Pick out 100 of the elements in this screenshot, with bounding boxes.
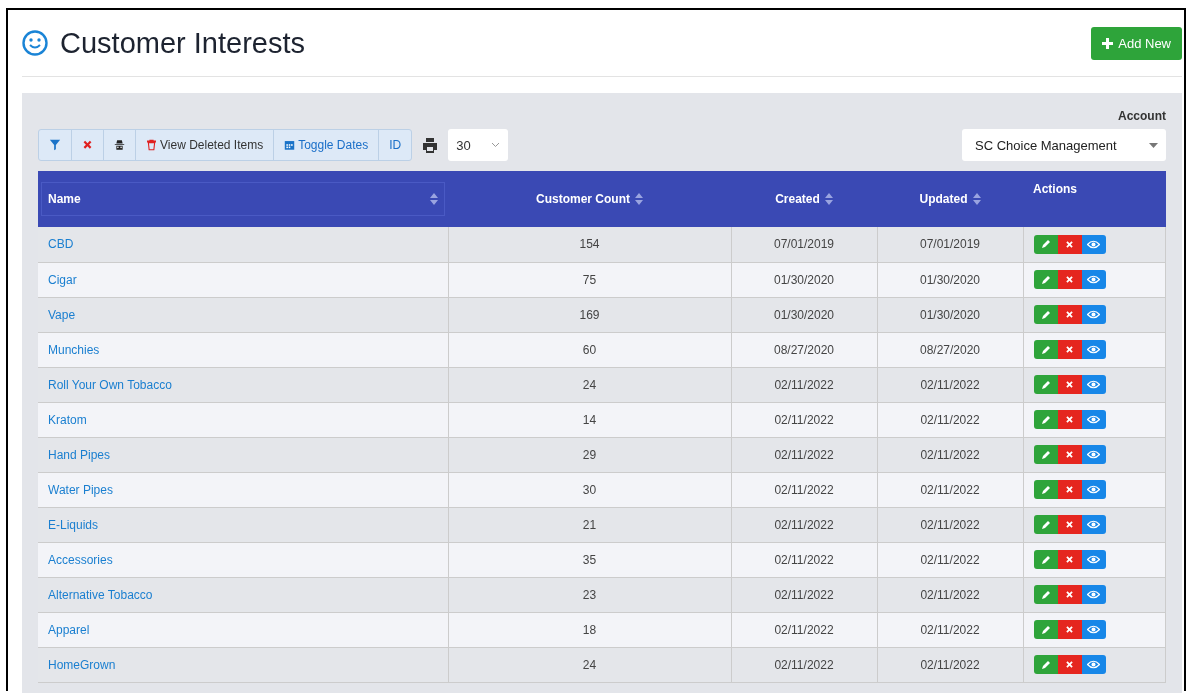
view-button[interactable] <box>1081 620 1106 639</box>
edit-button[interactable] <box>1033 305 1058 324</box>
delete-button[interactable] <box>1057 480 1082 499</box>
interest-link[interactable]: Roll Your Own Tobacco <box>48 377 172 392</box>
pencil-icon <box>1040 554 1051 565</box>
close-icon <box>1065 520 1074 529</box>
edit-button[interactable] <box>1033 445 1058 464</box>
filter-icon <box>49 139 61 151</box>
table-cell: 02/11/2022 <box>731 577 877 612</box>
edit-button[interactable] <box>1033 340 1058 359</box>
eye-icon <box>1087 555 1100 564</box>
column-header[interactable]: Customer Count <box>536 192 630 206</box>
view-deleted-button[interactable]: View Deleted Items <box>136 130 275 160</box>
sort-icon[interactable] <box>430 193 438 205</box>
trash-icon <box>146 139 157 151</box>
interest-link[interactable]: CBD <box>48 237 74 252</box>
delete-button[interactable] <box>1057 340 1082 359</box>
interest-link[interactable]: HomeGrown <box>48 657 116 672</box>
sort-icon[interactable] <box>972 193 981 205</box>
edit-button[interactable] <box>1033 550 1058 569</box>
delete-button[interactable] <box>1057 585 1082 604</box>
edit-button[interactable] <box>1033 585 1058 604</box>
column-header[interactable]: Created <box>775 192 820 206</box>
view-button[interactable] <box>1081 550 1106 569</box>
add-new-button[interactable]: Add New <box>1091 26 1182 60</box>
view-button[interactable] <box>1081 480 1106 499</box>
eye-icon <box>1087 625 1100 634</box>
view-button[interactable] <box>1081 410 1106 429</box>
interest-link[interactable]: Kratom <box>48 412 87 427</box>
close-icon <box>1065 450 1074 459</box>
view-button[interactable] <box>1081 270 1106 289</box>
column-header[interactable]: Name <box>48 192 81 206</box>
view-button[interactable] <box>1081 375 1106 394</box>
table-cell: 02/11/2022 <box>731 437 877 472</box>
view-button[interactable] <box>1081 515 1106 534</box>
interest-link[interactable]: Hand Pipes <box>48 447 111 462</box>
delete-button[interactable] <box>1057 270 1082 289</box>
calendar-icon <box>284 139 296 151</box>
table-cell: 60 <box>448 332 731 367</box>
sort-icon[interactable] <box>824 193 833 205</box>
sort-icon[interactable] <box>635 193 643 205</box>
edit-button[interactable] <box>1033 234 1058 254</box>
eye-icon <box>1087 380 1100 389</box>
table-cell: 02/11/2022 <box>731 542 877 577</box>
close-icon <box>1065 660 1074 669</box>
table-cell: 07/01/2019 <box>877 227 1023 262</box>
pencil-icon <box>1040 519 1051 530</box>
edit-button[interactable] <box>1033 655 1058 674</box>
id-button[interactable]: ID <box>379 130 412 160</box>
edit-button[interactable] <box>1033 270 1058 289</box>
edit-button[interactable] <box>1033 515 1058 534</box>
table-cell: 23 <box>448 577 731 612</box>
page-size-select[interactable]: 30 <box>448 129 509 161</box>
interest-link[interactable]: Water Pipes <box>48 482 113 497</box>
view-button[interactable] <box>1081 305 1106 324</box>
print-icon[interactable] <box>422 137 439 153</box>
toggle-dates-button[interactable]: Toggle Dates <box>274 130 380 160</box>
delete-button[interactable] <box>1057 305 1082 324</box>
interest-link[interactable]: Apparel <box>48 622 90 637</box>
table-cell: 29 <box>448 437 731 472</box>
interest-link[interactable]: Munchies <box>48 342 100 357</box>
column-header[interactable]: Updated <box>919 192 968 206</box>
account-select[interactable]: SC Choice Management <box>962 129 1166 161</box>
table-cell: 02/11/2022 <box>731 612 877 647</box>
interest-link[interactable]: Cigar <box>48 272 77 287</box>
table-cell: 01/30/2020 <box>877 297 1023 332</box>
table-cell: 169 <box>448 297 731 332</box>
close-icon <box>1065 485 1074 494</box>
edit-button[interactable] <box>1033 620 1058 639</box>
delete-button[interactable] <box>1057 620 1082 639</box>
close-icon <box>1065 415 1074 424</box>
edit-button[interactable] <box>1033 480 1058 499</box>
delete-button[interactable] <box>1057 515 1082 534</box>
interest-link[interactable]: Alternative Tobacco <box>48 587 153 602</box>
view-button[interactable] <box>1081 585 1106 604</box>
close-icon <box>1065 590 1074 599</box>
view-button[interactable] <box>1081 234 1106 254</box>
view-button[interactable] <box>1081 340 1106 359</box>
interest-link[interactable]: Accessories <box>48 552 113 567</box>
delete-button[interactable] <box>1057 410 1082 429</box>
pencil-icon <box>1040 624 1051 635</box>
caret-down-icon <box>1149 142 1158 148</box>
view-button[interactable] <box>1081 655 1106 674</box>
eye-icon <box>1087 485 1100 494</box>
delete-button[interactable] <box>1057 550 1082 569</box>
chevron-down-icon <box>491 142 501 148</box>
view-button[interactable] <box>1081 445 1106 464</box>
interest-link[interactable]: E-Liquids <box>48 517 99 532</box>
close-icon <box>1065 275 1074 284</box>
delete-button[interactable] <box>1057 655 1082 674</box>
delete-button[interactable] <box>1057 234 1082 254</box>
eye-icon <box>1087 275 1100 284</box>
pencil-icon <box>1040 239 1051 250</box>
eye-icon <box>1087 415 1100 424</box>
delete-button[interactable] <box>1057 375 1082 394</box>
table-cell: 08/27/2020 <box>877 332 1023 367</box>
edit-button[interactable] <box>1033 375 1058 394</box>
edit-button[interactable] <box>1033 410 1058 429</box>
delete-button[interactable] <box>1057 445 1082 464</box>
interest-link[interactable]: Vape <box>48 307 76 322</box>
